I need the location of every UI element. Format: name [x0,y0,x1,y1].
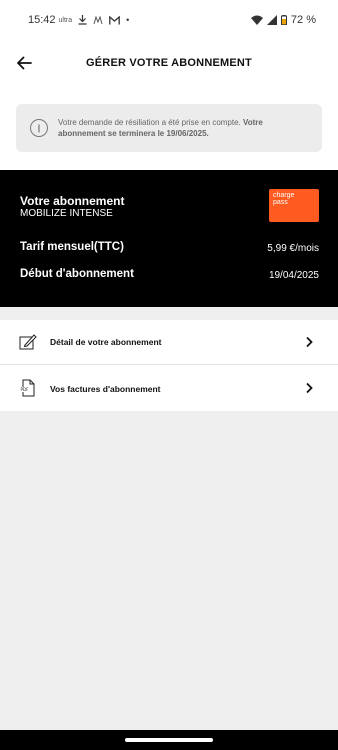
tarif-value: 5,99 €/mois [267,243,319,254]
info-glyph-icon [38,124,40,132]
logo-line-2: pass [273,199,288,206]
edit-document-icon [19,334,37,350]
notification-dot-icon: • [126,15,130,25]
notice-text-normal: Votre demande de résiliation a été prise… [58,118,241,127]
mobilize-app-icon [93,15,103,24]
info-icon [30,119,48,137]
menu-label-invoices: Vos factures d'abonnement [50,383,161,394]
back-button[interactable] [12,51,36,75]
notice-area: Votre demande de résiliation a été prise… [0,86,338,170]
tarif-label: Tarif mensuel(TTC) [20,241,124,253]
app-header: GÉRER VOTRE ABONNEMENT [0,40,338,86]
chevron-right-icon [306,382,313,394]
menu-label-subscription-detail: Détail de votre abonnement [50,337,162,347]
status-tiny-label: ultra [58,16,73,24]
chevron-right-icon [306,336,313,348]
system-navigation-bar [0,730,338,750]
subscription-title: Votre abonnement [20,194,125,208]
home-indicator[interactable] [125,738,213,742]
wifi-icon [250,15,263,25]
svg-text:PDF: PDF [21,387,29,392]
status-bar: 15:42 ultra • 72 % [0,0,338,40]
download-icon [78,15,87,25]
menu-item-subscription-detail[interactable]: Détail de votre abonnement [0,320,338,365]
subscription-card: Votre abonnement MOBILIZE INTENSE charge… [0,170,338,307]
cancellation-notice: Votre demande de résiliation a été prise… [16,104,322,152]
subscription-name: MOBILIZE INTENSE [20,208,113,219]
page-title: GÉRER VOTRE ABONNEMENT [86,57,252,69]
logo-line-1: charge [273,192,295,199]
status-right: 72 % [250,14,316,26]
notice-text: Votre demande de résiliation a été prise… [58,117,312,139]
battery-icon [280,15,287,25]
status-left: 15:42 ultra • [28,14,129,26]
status-time: 15:42 [28,14,56,26]
gmail-icon [109,15,121,24]
subscription-menu: Détail de votre abonnement PDF Vos factu… [0,320,338,411]
battery-percentage: 72 % [290,14,316,26]
arrow-left-icon [17,56,32,70]
menu-item-invoices[interactable]: PDF Vos factures d'abonnement [0,366,338,411]
signal-icon [266,15,277,25]
start-date-value: 19/04/2025 [268,270,319,281]
charge-pass-logo: charge pass [269,189,319,222]
start-date-label: Début d'abonnement [20,268,134,280]
pdf-file-icon: PDF [20,379,35,397]
